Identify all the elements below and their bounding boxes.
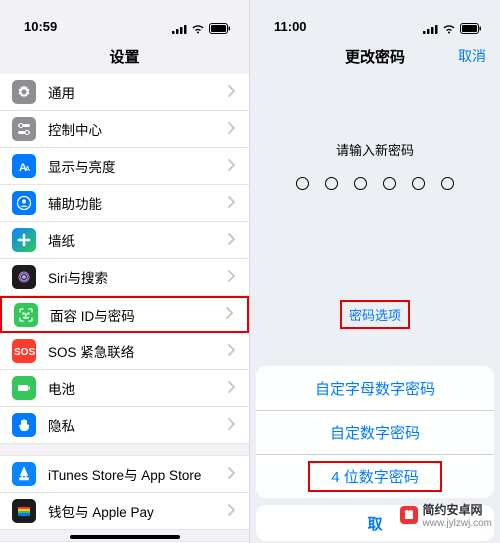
appstore-icon [12, 462, 36, 486]
settings-row-battery[interactable]: 电池 [0, 370, 249, 407]
row-label: 辅助功能 [48, 193, 227, 213]
wifi-icon [442, 24, 456, 34]
passcode-dot [325, 177, 338, 190]
chevron-right-icon [227, 418, 235, 433]
settings-row-privacy[interactable]: 隐私 [0, 407, 249, 444]
status-bar: 10:59 [0, 0, 249, 38]
status-bar: 11:00 [250, 0, 500, 38]
change-passcode-screen: 11:00 更改密码 取消 请输入新密码 密码选项 自定字母数字密码 [250, 0, 500, 543]
chevron-right-icon [227, 196, 235, 211]
battery-icon [209, 23, 231, 34]
sheet-option-4digit[interactable]: 4 位数字密码 [256, 454, 494, 498]
settings-row-wallet[interactable]: 钱包与 Apple Pay [0, 493, 249, 530]
wallet-icon [12, 499, 36, 523]
battery-icon [460, 23, 482, 34]
cancel-button[interactable]: 取消 [458, 46, 486, 66]
settings-row-sos[interactable]: SOS SOS 紧急联络 [0, 333, 249, 370]
chevron-right-icon [227, 270, 235, 285]
svg-text:A: A [25, 166, 30, 173]
signal-icon [423, 24, 438, 34]
settings-row-display[interactable]: AA 显示与亮度 [0, 148, 249, 185]
row-label: 墙纸 [48, 230, 227, 250]
control-icon [12, 117, 36, 141]
chevron-right-icon [227, 504, 235, 519]
status-time: 10:59 [24, 19, 57, 34]
chevron-right-icon [227, 159, 235, 174]
settings-row-access[interactable]: 辅助功能 [0, 185, 249, 222]
status-indicators [423, 23, 482, 34]
wallpaper-icon [12, 228, 36, 252]
settings-row-control[interactable]: 控制中心 [0, 111, 249, 148]
nav-bar: 设置 [0, 38, 249, 74]
chevron-right-icon [225, 307, 233, 322]
nav-bar: 更改密码 取消 [250, 38, 500, 74]
chevron-right-icon [227, 344, 235, 359]
row-label: Siri与搜索 [48, 267, 227, 287]
row-label: SOS 紧急联络 [48, 341, 227, 361]
access-icon [12, 191, 36, 215]
settings-screen: 10:59 设置 通用控制中心 AA 显示与亮度辅助功能墙纸 Siri与搜索面容 ID… [0, 0, 250, 543]
settings-row-siri[interactable]: Siri与搜索 [0, 259, 249, 296]
home-indicator[interactable] [70, 535, 180, 539]
sos-icon: SOS [12, 339, 36, 363]
chevron-right-icon [227, 233, 235, 248]
row-label: 控制中心 [48, 119, 227, 139]
passcode-dot [354, 177, 367, 190]
android-icon [400, 506, 418, 524]
row-label: 隐私 [48, 415, 227, 435]
row-label: 显示与亮度 [48, 156, 227, 176]
chevron-right-icon [227, 467, 235, 482]
wifi-icon [191, 24, 205, 34]
signal-icon [172, 24, 187, 34]
sheet-option-numeric[interactable]: 自定数字密码 [256, 410, 494, 454]
sheet-option-alphanumeric[interactable]: 自定字母数字密码 [256, 366, 494, 410]
siri-icon [12, 265, 36, 289]
status-time: 11:00 [274, 19, 307, 34]
chevron-right-icon [227, 122, 235, 137]
passcode-dot [412, 177, 425, 190]
battery-icon [12, 376, 36, 400]
privacy-icon [12, 413, 36, 437]
chevron-right-icon [227, 381, 235, 396]
watermark: 简约安卓网 www.jylzwj.com [400, 501, 492, 529]
passcode-dot [383, 177, 396, 190]
chevron-right-icon [227, 85, 235, 100]
nav-title: 更改密码 [345, 46, 405, 67]
passcode-dot [296, 177, 309, 190]
settings-row-general[interactable]: 通用 [0, 74, 249, 111]
faceid-icon [14, 303, 38, 327]
status-indicators [172, 23, 231, 34]
general-icon [12, 80, 36, 104]
passcode-prompt: 请输入新密码 [250, 140, 500, 159]
nav-title: 设置 [109, 46, 139, 67]
watermark-url: www.jylzwj.com [423, 518, 492, 529]
passcode-dots [250, 177, 500, 190]
passcode-dot [441, 177, 454, 190]
passcode-options-link[interactable]: 密码选项 [340, 300, 410, 329]
svg-text:SOS: SOS [14, 347, 35, 358]
display-icon: AA [12, 154, 36, 178]
row-label: iTunes Store与 App Store [48, 464, 227, 484]
row-label: 通用 [48, 82, 227, 102]
row-label: 面容 ID与密码 [50, 305, 225, 325]
settings-list: 通用控制中心AA显示与亮度辅助功能墙纸Siri与搜索面容 ID与密码SOSSOS… [0, 74, 249, 444]
row-label: 电池 [48, 378, 227, 398]
settings-row-appstore[interactable]: iTunes Store与 App Store [0, 456, 249, 493]
settings-row-wallpaper[interactable]: 墙纸 [0, 222, 249, 259]
settings-row-faceid[interactable]: 面容 ID与密码 [0, 296, 249, 333]
row-label: 钱包与 Apple Pay [48, 501, 227, 521]
watermark-title: 简约安卓网 [423, 501, 492, 518]
